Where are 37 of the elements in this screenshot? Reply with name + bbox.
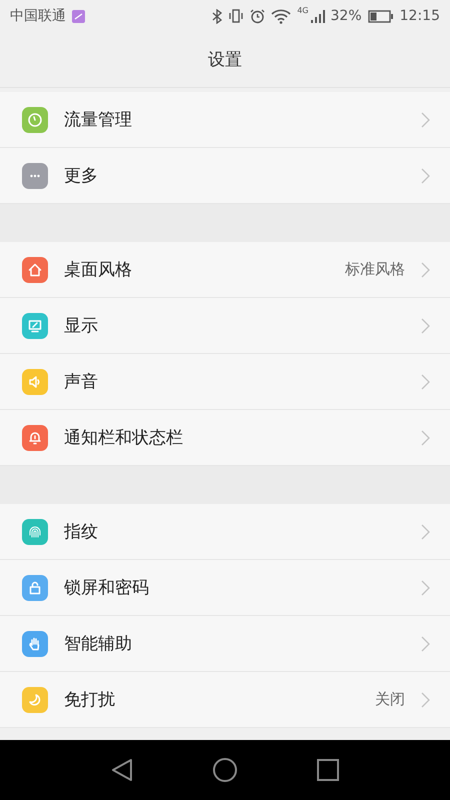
vibrate-icon [228,9,244,23]
message-icon [72,10,85,22]
chevron-icon [421,374,430,390]
wifi-icon [271,8,292,24]
page-title: 设置 [208,49,242,71]
carrier-name: 中国联通 [10,7,66,25]
home-icon[interactable] [213,758,237,782]
bluetooth-icon [212,8,222,24]
item-label: 显示 [64,315,99,337]
alarm-icon [250,8,266,24]
item-label: 免打扰 [64,689,116,711]
chevron-icon [421,524,430,540]
clock-time: 12:15 [400,8,440,24]
item-label: 通知栏和状态栏 [64,427,184,449]
battery-percent: 32% [330,8,362,24]
item-label: 声音 [64,371,99,393]
item-label: 更多 [64,165,99,187]
item-value: 标准风格 [345,260,405,279]
item-label: 锁屏和密码 [64,577,150,599]
back-icon[interactable] [111,758,133,782]
chevron-icon [421,636,430,652]
battery-icon [368,10,394,22]
chevron-icon [421,112,430,128]
signal-icon [310,8,325,24]
chevron-icon [421,580,430,596]
chevron-icon [421,692,430,708]
chevron-icon [421,262,430,278]
item-label: 流量管理 [64,109,133,131]
item-label: 桌面风格 [64,259,133,281]
item-label: 指纹 [64,521,99,543]
item-value: 关闭 [375,690,405,709]
chevron-icon [421,318,430,334]
recent-apps-icon[interactable] [317,759,339,781]
chevron-icon [421,168,430,184]
item-label: 智能辅助 [64,633,133,655]
network-type: 4G [297,6,309,15]
chevron-icon [421,430,430,446]
